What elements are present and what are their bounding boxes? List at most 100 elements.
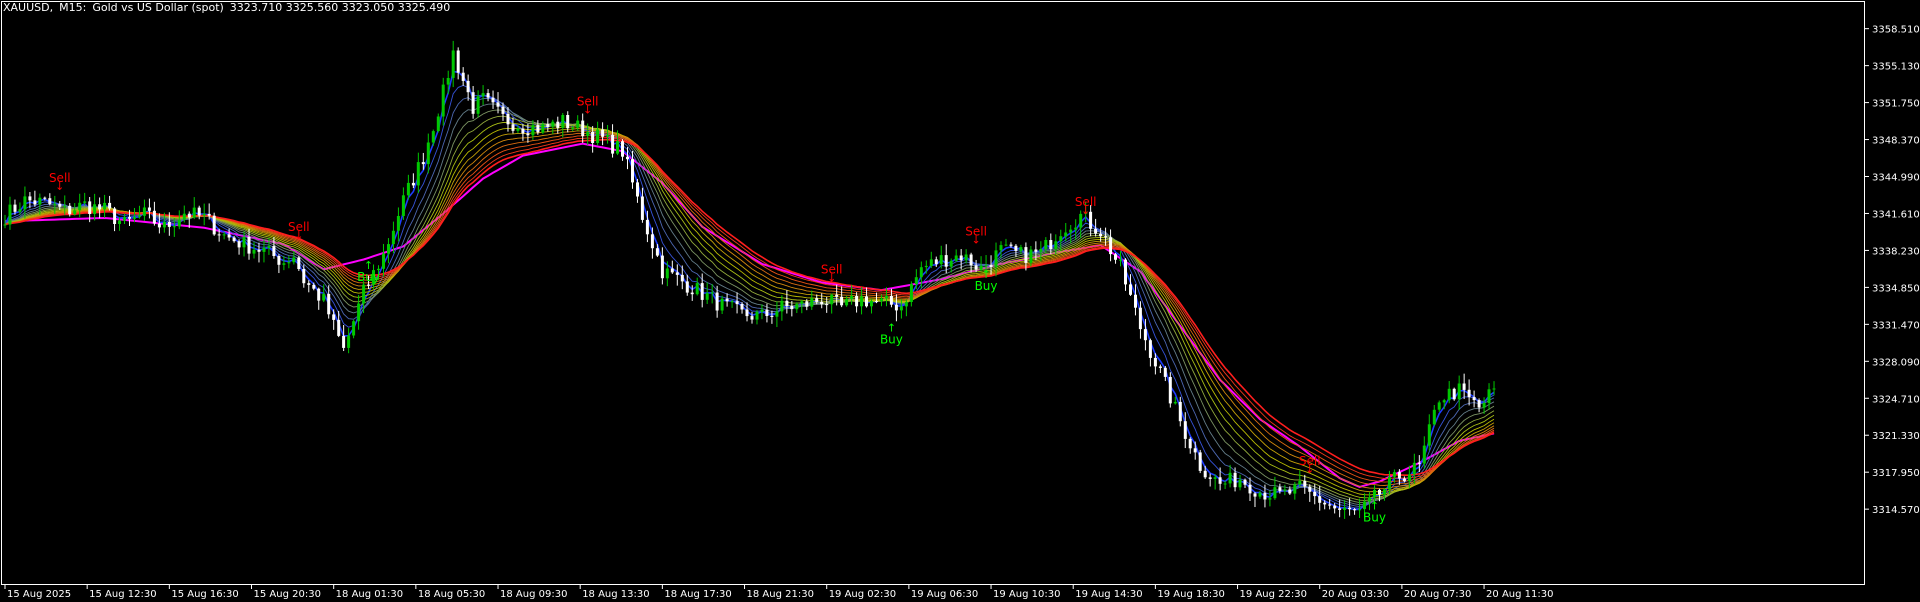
candle-bull — [860, 296, 864, 307]
candle-bull — [914, 277, 918, 284]
candle-bull — [810, 298, 814, 307]
candle-bear — [1188, 438, 1192, 449]
price-tick-label: 3317.950 — [1872, 468, 1920, 479]
candle-bull — [172, 226, 176, 228]
time-tick-label: 18 Aug 01:30 — [336, 589, 403, 600]
candle-bull — [1407, 474, 1411, 482]
candle-bear — [621, 141, 624, 157]
candle-bear — [411, 182, 415, 186]
candle-bear — [765, 309, 769, 316]
candle-bear — [187, 213, 191, 218]
candle-bear — [989, 265, 993, 267]
time-tick-label: 15 Aug 12:30 — [89, 589, 156, 600]
candle-bear — [875, 301, 878, 303]
candle-bear — [486, 93, 490, 98]
time-tick-label: 19 Aug 06:30 — [911, 589, 978, 600]
candle-bear — [1198, 452, 1202, 471]
candle-bull — [391, 230, 395, 245]
candle-bull — [441, 84, 445, 117]
candle-bear — [1278, 487, 1282, 491]
candle-bear — [1143, 329, 1147, 341]
time-tick-label: 15 Aug 16:30 — [171, 589, 238, 600]
candle-bear — [212, 215, 216, 235]
candle-bear — [889, 296, 893, 305]
candle-bear — [546, 124, 550, 127]
candle-bull — [1238, 479, 1242, 488]
time-tick-label: 19 Aug 18:30 — [1157, 589, 1224, 600]
candle-bear — [1233, 472, 1237, 488]
time-tick-label: 18 Aug 17:30 — [664, 589, 731, 600]
candle-bear — [934, 259, 938, 265]
candle-bear — [1467, 389, 1471, 398]
candle-bull — [1213, 477, 1217, 479]
candle-bull — [1492, 388, 1496, 390]
symbol-label: XAUUSD, — [3, 1, 54, 14]
candle-bull — [830, 294, 834, 305]
candle-bull — [322, 293, 326, 301]
candle-bull — [870, 301, 873, 307]
candle-bull — [451, 50, 455, 78]
arrow-down-icon: ↓ — [1305, 463, 1314, 476]
candle-bear — [327, 293, 331, 315]
time-tick-label: 19 Aug 14:30 — [1075, 589, 1142, 600]
candle-bear — [1014, 245, 1018, 251]
candle-bear — [1178, 401, 1182, 422]
candle-bear — [1193, 448, 1197, 453]
candle-bull — [416, 162, 420, 186]
price-tick-label: 3358.510 — [1872, 25, 1920, 36]
candle-bull — [919, 267, 923, 278]
price-chart[interactable]: Sell↓Sell↓Buy↑Sell↓Sell↓Buy↑Sell↓Buy↑Sel… — [0, 0, 1920, 602]
candle-bull — [571, 127, 575, 129]
price-tick-label: 3321.330 — [1872, 431, 1920, 442]
time-tick-label: 18 Aug 21:30 — [747, 589, 814, 600]
time-tick-label: 20 Aug 07:30 — [1404, 589, 1471, 600]
candle-bull — [1343, 507, 1347, 510]
candle-bear — [1099, 233, 1103, 237]
candle-bull — [1004, 244, 1008, 246]
candle-bear — [825, 304, 829, 306]
candle-bull — [142, 207, 146, 216]
candle-bear — [337, 319, 341, 336]
candle-bear — [232, 237, 236, 242]
candle-bear — [496, 102, 500, 107]
candle-bull — [954, 255, 958, 261]
candle-bear — [1203, 470, 1207, 478]
candle-bull — [1173, 401, 1177, 404]
candle-bear — [675, 272, 679, 275]
candle-bear — [28, 196, 32, 201]
arrow-down-icon: ↓ — [55, 180, 64, 193]
candle-bear — [680, 274, 684, 282]
candle-bear — [1248, 484, 1252, 494]
candle-bull — [1422, 445, 1426, 464]
candle-bear — [43, 197, 47, 199]
instrument-description: Gold vs US Dollar (spot) — [92, 1, 224, 14]
candle-bull — [347, 335, 351, 348]
candle-bull — [1223, 483, 1227, 485]
candle-bear — [48, 198, 52, 205]
candle-bull — [282, 263, 286, 265]
signal-label: Buy — [1363, 511, 1386, 525]
candle-bull — [924, 265, 928, 268]
candle-bull — [287, 262, 291, 264]
candle-bear — [715, 292, 719, 311]
candle-bear — [152, 210, 156, 224]
candle-bull — [720, 298, 724, 311]
price-tick-label: 3331.470 — [1872, 320, 1920, 331]
candle-bear — [147, 207, 151, 211]
candle-bull — [406, 182, 410, 196]
candle-bull — [396, 216, 400, 231]
price-tick-label: 3348.370 — [1872, 136, 1920, 147]
chart-background — [0, 0, 1920, 602]
candle-bear — [33, 200, 37, 205]
candle-bull — [1387, 476, 1391, 490]
candle-bull — [899, 306, 903, 311]
candle-bear — [13, 204, 17, 212]
candle-bear — [1338, 508, 1342, 510]
candle-bull — [665, 268, 669, 279]
candle-bear — [650, 234, 654, 249]
candle-bear — [536, 125, 540, 133]
candle-bull — [118, 220, 121, 224]
candle-bull — [1074, 227, 1078, 230]
candle-bear — [690, 292, 694, 295]
candle-bull — [242, 237, 246, 248]
